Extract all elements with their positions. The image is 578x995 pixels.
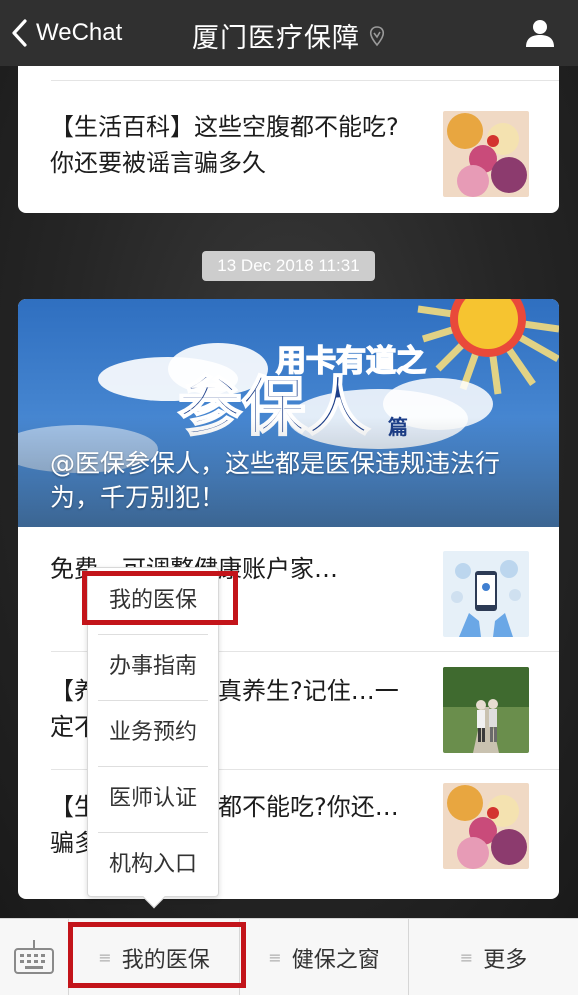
hero-article[interactable]: 用卡有道之 参保人 篇 @医保参保人，这些都是医保违规违法行为，千万别犯！ xyxy=(18,299,559,527)
menu-lines-icon: ≡ xyxy=(268,948,282,967)
menu-tab-more[interactable]: ≡ 更多 xyxy=(409,919,578,995)
menu-tab-label: 我的医保 xyxy=(121,947,210,973)
hero-caption: @医保参保人，这些都是医保违规违法行为，千万别犯！ xyxy=(50,449,501,512)
submenu-item-service-guide[interactable]: 办事指南 xyxy=(88,634,218,700)
submenu-popup: 我的医保 办事指南 业务预约 医师认证 机构入口 xyxy=(87,567,219,909)
menu-bar: ≡ 我的医保 ≡ 健保之窗 ≡ 更多 xyxy=(0,918,578,995)
submenu-item-doctor-certification[interactable]: 医师认证 xyxy=(88,766,218,832)
article-thumbnail xyxy=(443,667,529,753)
article-card: 【生活百科】这些空腹都不能吃?你还要被谣言骗多久 xyxy=(18,66,559,213)
nav-bar: WeChat 厦门医疗保障 xyxy=(0,0,578,66)
verified-icon xyxy=(369,25,385,46)
menu-tab-my-insurance[interactable]: ≡ 我的医保 xyxy=(69,919,239,995)
menu-lines-icon: ≡ xyxy=(459,948,474,967)
menu-lines-icon: ≡ xyxy=(98,948,112,967)
menu-tab-label: 健保之窗 xyxy=(291,947,380,973)
timestamp: 13 Dec 2018 11:31 xyxy=(202,251,375,281)
article-thumbnail xyxy=(443,111,529,197)
menu-tab-health-window[interactable]: ≡ 健保之窗 xyxy=(240,919,408,995)
keyboard-toggle-button[interactable] xyxy=(0,919,68,995)
menu-tab-label: 更多 xyxy=(483,947,528,973)
article-thumbnail xyxy=(443,551,529,637)
page-title: 厦门医疗保障 xyxy=(192,23,360,54)
article-item[interactable]: 【生活百科】这些空腹都不能吃?你还要被谣言骗多久 xyxy=(18,81,559,213)
keyboard-icon xyxy=(14,940,54,974)
article-thumbnail xyxy=(443,783,529,869)
submenu-item-appointment[interactable]: 业务预约 xyxy=(88,700,218,766)
person-icon[interactable] xyxy=(524,17,556,49)
article-title: 【生活百科】这些空腹都不能吃?你还要被谣言骗多久 xyxy=(50,113,399,177)
submenu-item-my-insurance[interactable]: 我的医保 xyxy=(88,568,218,634)
